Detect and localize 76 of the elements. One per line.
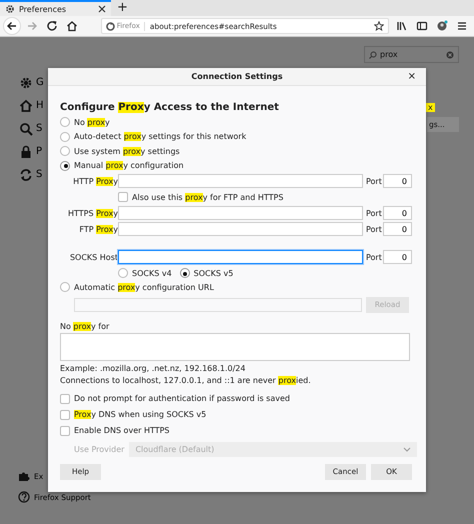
sidebar-item[interactable]: S <box>36 123 42 134</box>
radio-button[interactable] <box>60 117 70 128</box>
radio-label: Automatic proxy configuration URL <box>74 282 214 292</box>
sync-icon <box>19 168 33 182</box>
field-label: FTP Proxy <box>78 224 118 234</box>
port-field[interactable]: 0 <box>383 250 412 264</box>
radio-button[interactable] <box>60 160 70 171</box>
gear-icon <box>19 76 33 90</box>
sidebar-item[interactable]: G <box>36 77 44 88</box>
radio-label: SOCKS v4 <box>132 268 172 278</box>
field-label: Port <box>365 208 383 218</box>
sidebar-item[interactable]: P <box>36 146 42 157</box>
field-label: No proxy for <box>60 322 110 330</box>
checkbox-label: Do not prompt for authentication if password is saved <box>74 394 290 403</box>
checkbox-label: Also use this proxy for FTP and HTTPS <box>132 192 284 202</box>
back-icon <box>6 20 18 32</box>
port-field[interactable]: 0 <box>383 206 412 220</box>
gear-icon <box>5 4 15 14</box>
firefox-icon <box>106 22 115 30</box>
checkbox[interactable] <box>118 192 128 202</box>
checkbox-label: Enable DNS over HTTPS <box>74 426 170 435</box>
close-button[interactable]: × <box>408 71 416 82</box>
back-button[interactable] <box>3 17 21 35</box>
dialog-title: Connection Settings <box>191 72 283 81</box>
checkbox[interactable] <box>60 426 70 436</box>
section-heading: Configure Proxy Access to the Internet <box>60 102 280 113</box>
field-label: Port <box>365 176 383 186</box>
forward-icon <box>26 20 38 32</box>
new-tab-button[interactable]: + <box>111 0 134 16</box>
field-label: Port <box>365 252 383 262</box>
checkbox[interactable] <box>60 394 70 404</box>
reload-icon <box>46 20 58 32</box>
radio-label: Auto-detect proxy settings for this network <box>74 132 246 142</box>
port-field[interactable]: 0 <box>383 174 412 188</box>
radio-button[interactable] <box>118 268 128 278</box>
radio-button[interactable] <box>180 268 190 278</box>
field-label: HTTP Proxy <box>72 176 118 186</box>
star-icon <box>374 21 384 31</box>
sidebar-item[interactable]: H <box>36 100 44 111</box>
radio-label: Manual proxy configuration <box>74 161 184 170</box>
example-text: Example: .mozilla.org, .net.nz, 192.168.1.0/24 <box>60 364 246 372</box>
input-field[interactable] <box>118 222 363 236</box>
radio-label: No proxy <box>74 118 110 127</box>
chevron-icon <box>403 446 412 452</box>
home-icon <box>19 98 33 112</box>
books-icon <box>396 20 408 32</box>
port-field[interactable]: 0 <box>383 222 412 236</box>
radio-label: SOCKS v5 <box>194 268 234 278</box>
input-field[interactable] <box>118 250 363 264</box>
highlighted-text: x <box>426 103 435 112</box>
lock-icon <box>19 144 33 158</box>
checkbox[interactable] <box>60 410 70 420</box>
sidebar-icon <box>416 20 428 32</box>
field-label: HTTPS Proxy <box>66 208 118 218</box>
url-input-field[interactable] <box>74 298 362 312</box>
browser-tab[interactable]: Preferences <box>0 0 111 16</box>
text-area[interactable] <box>60 332 410 360</box>
search-field[interactable]: prox <box>364 46 459 63</box>
input-field[interactable] <box>118 206 363 220</box>
help-icon <box>17 490 31 504</box>
field-label: Use Provider <box>74 444 124 454</box>
input-field[interactable] <box>118 174 363 188</box>
note-text: Connections to localhost, 127.0.0.1, and ::1 are never proxied. <box>60 376 312 384</box>
home-icon <box>66 20 78 32</box>
sidebar-item[interactable]: S <box>36 169 42 180</box>
field-label: Port <box>365 224 383 234</box>
avatar-icon <box>436 20 448 32</box>
search-icon <box>369 50 377 58</box>
field-label: SOCKS Host <box>68 252 118 262</box>
search-icon <box>19 122 33 136</box>
close-icon <box>98 5 106 13</box>
radio-button[interactable] <box>60 132 70 142</box>
checkbox-label: Proxy DNS when using SOCKS v5 <box>74 410 206 419</box>
menu-icon <box>456 20 468 32</box>
radio-button[interactable] <box>60 146 70 156</box>
clear-icon <box>446 50 454 58</box>
